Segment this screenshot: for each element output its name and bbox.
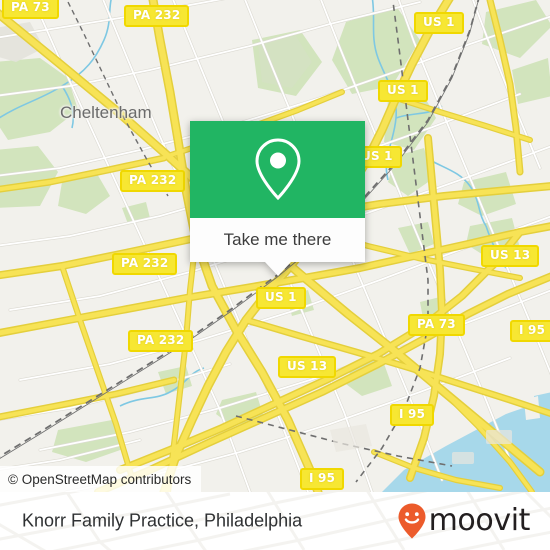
footer-bar: Knorr Family Practice, Philadelphia moov… — [0, 492, 550, 550]
road-shield-pa-232[interactable]: PA 232 — [128, 330, 194, 352]
moovit-wordmark: moovit — [428, 503, 531, 538]
moovit-brand[interactable]: moovit — [397, 502, 530, 540]
road-shield-pa-73[interactable]: PA 73 — [408, 314, 465, 336]
road-shield-us-1[interactable]: US 1 — [414, 12, 464, 34]
road-shield-i-95[interactable]: I 95 — [300, 468, 345, 490]
take-me-there-button[interactable]: Take me there — [190, 218, 365, 262]
road-shield-pa-73[interactable]: PA 73 — [2, 0, 59, 19]
road-shield-i-95[interactable]: I 95 — [510, 320, 550, 342]
map-canvas[interactable]: Cheltenham PA 73 PA 232 US 1 US 1 US 1 P… — [0, 0, 550, 492]
callout-pin-panel — [190, 121, 365, 218]
road-shield-pa-232[interactable]: PA 232 — [120, 170, 186, 192]
road-shield-i-95[interactable]: I 95 — [390, 404, 435, 426]
road-shield-us-13[interactable]: US 13 — [278, 356, 337, 378]
road-shield-pa-232[interactable]: PA 232 — [124, 5, 190, 27]
location-callout-card[interactable]: Take me there — [190, 121, 365, 276]
moovit-pin-smiley-icon — [398, 503, 426, 539]
map-result-page: Cheltenham PA 73 PA 232 US 1 US 1 US 1 P… — [0, 0, 550, 550]
map-attribution[interactable]: © OpenStreetMap contributors — [0, 466, 202, 492]
road-shield-us-13[interactable]: US 13 — [481, 245, 540, 267]
road-shield-us-1[interactable]: US 1 — [256, 287, 306, 309]
place-label-cheltenham: Cheltenham — [60, 103, 152, 122]
callout-pointer — [264, 262, 291, 276]
road-shield-us-1[interactable]: US 1 — [378, 80, 428, 102]
page-title: Knorr Family Practice, Philadelphia — [22, 510, 303, 531]
map-pin-icon — [254, 137, 301, 200]
road-shield-pa-232[interactable]: PA 232 — [112, 253, 178, 275]
attribution-text: © OpenStreetMap contributors — [8, 471, 192, 487]
take-me-there-label: Take me there — [223, 230, 332, 249]
